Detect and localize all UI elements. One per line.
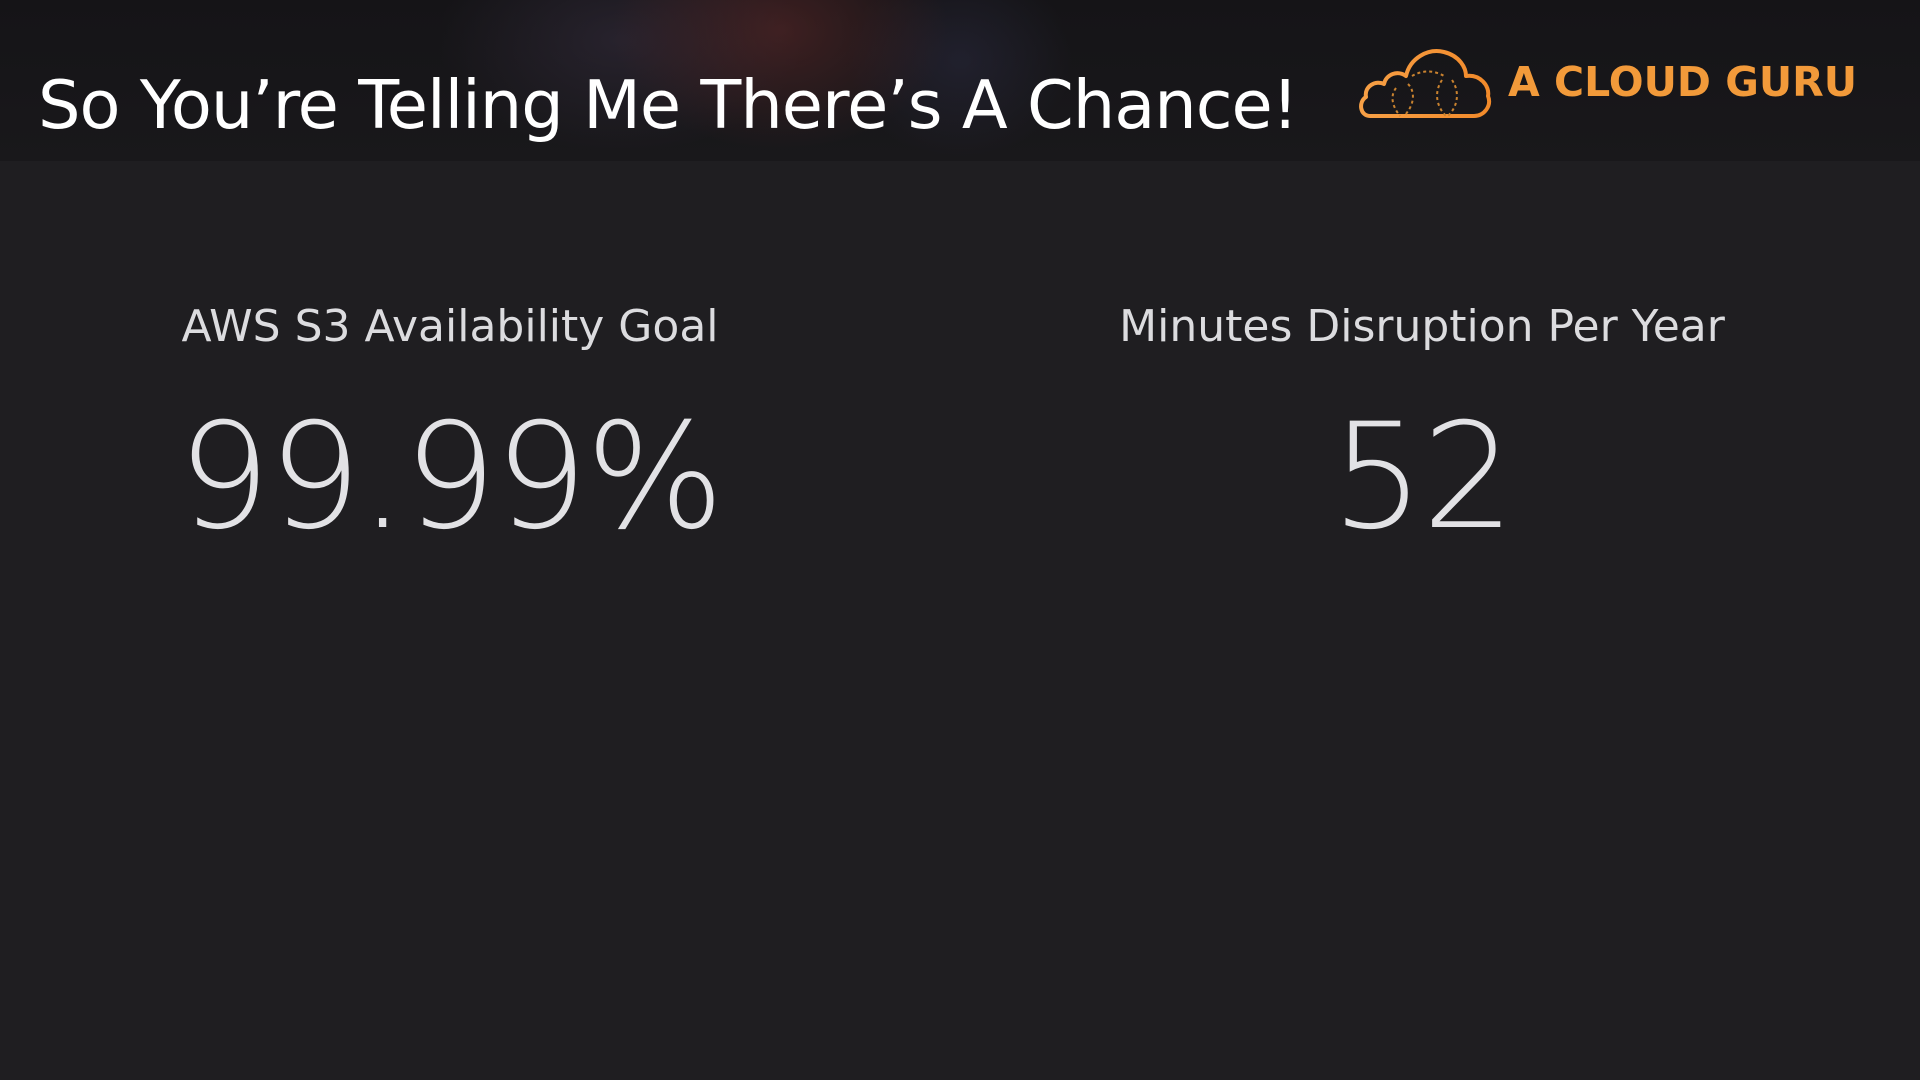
stat-availability: AWS S3 Availability Goal 99.99% bbox=[100, 295, 800, 557]
stat-label: AWS S3 Availability Goal bbox=[181, 301, 719, 352]
stat-value: 52 bbox=[1331, 392, 1515, 562]
cloud-logo-icon bbox=[1359, 49, 1491, 118]
brand-logo: A CLOUD GURU bbox=[1356, 40, 1857, 124]
stat-value: 99.99% bbox=[177, 392, 725, 562]
brand-name: A CLOUD GURU bbox=[1508, 57, 1858, 106]
stat-label: Minutes Disruption Per Year bbox=[1119, 301, 1725, 352]
stat-disruption-minutes: Minutes Disruption Per Year 52 bbox=[1072, 295, 1772, 557]
slide: So You’re Telling Me There’s A Chance! A… bbox=[0, 0, 1920, 1080]
slide-header: So You’re Telling Me There’s A Chance! A… bbox=[0, 0, 1920, 161]
slide-title: So You’re Telling Me There’s A Chance! bbox=[38, 66, 1299, 144]
